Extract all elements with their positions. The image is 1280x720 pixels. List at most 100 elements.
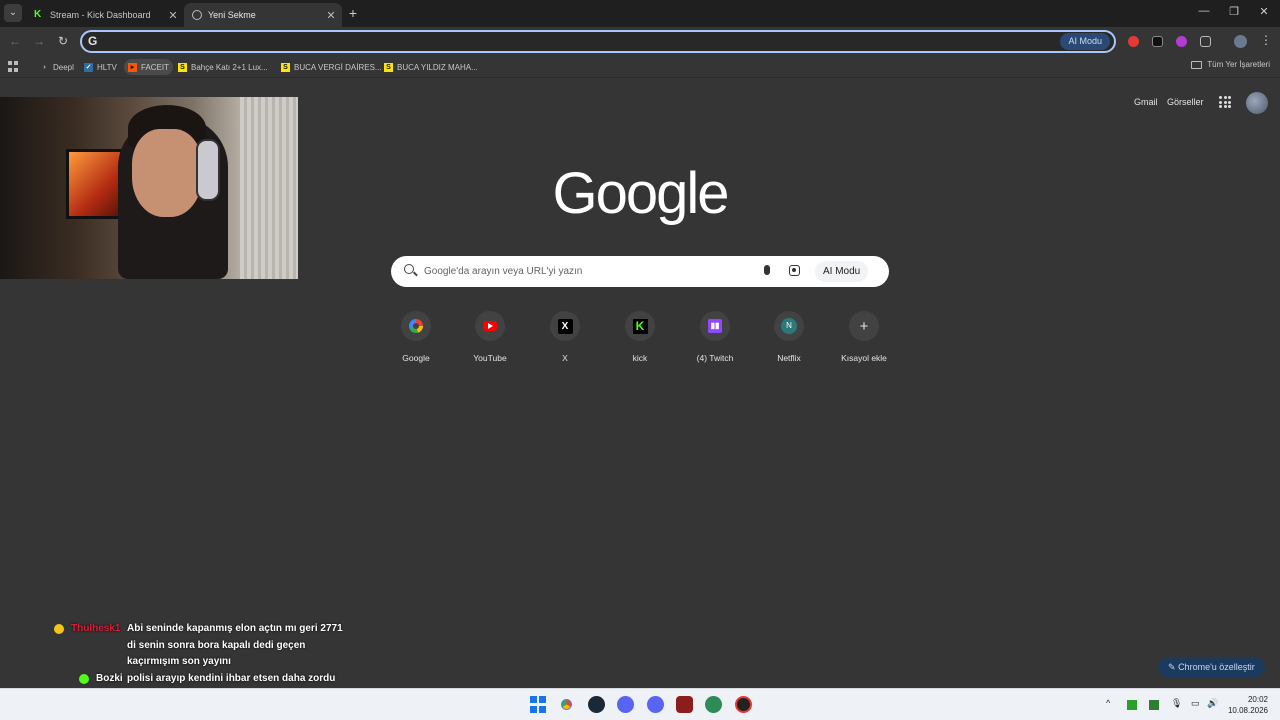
youtube-icon (483, 321, 497, 331)
close-icon[interactable]: ✕ (324, 9, 338, 22)
extension-dark-icon[interactable] (1152, 36, 1163, 47)
windows-taskbar: ^ 🎙 ▭ 🔊 20:02 10.08.2026 (0, 688, 1280, 720)
x-icon: X (557, 318, 573, 334)
shortcut-label: Kısayol ekle (841, 353, 887, 363)
customize-chrome-button[interactable]: ✎ Chrome'u özelleştir (1158, 657, 1265, 677)
google-apps-icon[interactable] (1219, 96, 1231, 108)
search-ai-mode-button[interactable]: AI Modu (815, 261, 869, 282)
chat-badge-icon (79, 673, 89, 684)
search-box[interactable]: Google'da arayın veya URL'yi yazın AI Mo… (391, 256, 889, 287)
new-tab-button[interactable]: + (346, 5, 360, 21)
volume-icon[interactable]: 🔊 (1207, 698, 1218, 709)
tab-new-tab[interactable]: Yeni Sekme ✕ (184, 3, 342, 27)
all-bookmarks-button[interactable]: Tüm Yer İşaretleri (1191, 60, 1270, 69)
chat-text: Abi seninde kapanmış elon açtın mı geri … (127, 623, 343, 634)
shortcut-label: Google (402, 353, 430, 363)
bookmark-deepl[interactable]: › Deepl (36, 59, 78, 75)
network-icon[interactable]: ▭ (1191, 698, 1200, 709)
shortcut-label: X (562, 353, 568, 363)
close-icon[interactable]: ✕ (166, 9, 180, 22)
tab-title: Yeni Sekme (208, 10, 256, 20)
twitch-icon: ▮▮ (708, 319, 722, 333)
bookmark-buca-yildiz[interactable]: S BUCA YILDIZ MAHA... (380, 59, 482, 75)
bookmark-bahce-kati[interactable]: S Bahçe Katı 2+1 Lux... (174, 59, 272, 75)
window-close-icon[interactable]: ✕ (1254, 5, 1274, 18)
bookmark-faceit[interactable]: ▸ FACEIT (124, 59, 174, 75)
chat-username: Thulhesk1 (71, 623, 121, 634)
minimize-icon[interactable]: — (1194, 5, 1214, 17)
obs-icon[interactable] (735, 696, 752, 713)
bookmark-label: BUCA VERGİ DAİRES... (294, 62, 382, 72)
chat-text: kaçırmışım son yayını (127, 656, 231, 667)
google-logo: Google (552, 161, 729, 226)
gmail-link[interactable]: Gmail (1134, 97, 1158, 107)
windows-start-icon[interactable] (530, 696, 547, 713)
apps-grid-icon[interactable] (8, 61, 19, 72)
steam-icon[interactable] (588, 696, 605, 713)
bookmark-label: HLTV (97, 62, 117, 72)
hltv-icon: ✓ (84, 62, 93, 72)
tab-kick-dashboard[interactable]: K Stream - Kick Dashboard ✕ (26, 3, 184, 27)
customize-label: Chrome'u özelleştir (1178, 662, 1255, 672)
microphone-tray-icon[interactable]: 🎙 (1171, 698, 1182, 709)
folder-icon (1191, 60, 1203, 69)
forward-icon[interactable]: → (31, 34, 47, 48)
valorant-icon[interactable] (676, 696, 693, 713)
extension-purple-icon[interactable] (1176, 36, 1187, 47)
shortcut-google[interactable]: Google (381, 311, 451, 363)
shortcut-kick[interactable]: K kick (605, 311, 675, 363)
extension-red-icon[interactable] (1128, 36, 1139, 47)
reload-icon[interactable]: ↻ (55, 34, 71, 48)
bookmark-hltv[interactable]: ✓ HLTV (80, 59, 121, 75)
browser-toolbar: ← → ↻ G AI Modu ⋮ (0, 27, 1280, 56)
chat-username: Bozki (96, 672, 123, 684)
discord-icon[interactable] (647, 696, 664, 713)
shortcut-youtube[interactable]: YouTube (455, 311, 525, 363)
netflix-icon: N (781, 318, 797, 334)
shortcut-label: (4) Twitch (696, 353, 734, 363)
menu-kebab-icon[interactable]: ⋮ (1260, 33, 1272, 47)
chat-message: Bozki polisi arayıp kendini ihbar etsen … (54, 671, 354, 688)
taskbar-clock[interactable]: 20:02 10.08.2026 (1228, 694, 1268, 716)
shortcut-add[interactable]: + Kısayol ekle (829, 311, 899, 363)
address-bar[interactable]: G AI Modu (80, 30, 1116, 53)
tab-search-button[interactable]: ⌄ (4, 4, 22, 22)
sahibinden-icon: S (281, 62, 290, 72)
bookmarks-bar: › Deepl ✓ HLTV ▸ FACEIT S Bahçe Katı 2+1… (0, 56, 1280, 78)
chevron-up-icon[interactable]: ^ (1106, 698, 1110, 708)
search-icon (404, 264, 414, 274)
clock-date: 10.08.2026 (1227, 706, 1268, 715)
omnibox-ai-mode-button[interactable]: AI Modu (1060, 33, 1110, 50)
restore-icon[interactable]: ❐ (1224, 5, 1244, 18)
chat-text: polisi arayıp kendini ihbar etsen daha z… (127, 672, 336, 684)
bookmark-label: FACEIT (141, 62, 170, 72)
shortcut-label: kick (632, 353, 648, 363)
discord-icon[interactable] (617, 696, 634, 713)
clock-time: 20:02 (1247, 695, 1268, 704)
all-bookmarks-label: Tüm Yer İşaretleri (1207, 60, 1270, 69)
tab-title: Stream - Kick Dashboard (50, 10, 151, 20)
nvidia-icon[interactable] (1127, 700, 1137, 710)
google-lens-icon[interactable] (789, 265, 800, 276)
back-icon[interactable]: ← (7, 34, 23, 48)
kick-icon: K (632, 318, 648, 334)
shortcut-x[interactable]: X X (530, 311, 600, 363)
bookmark-buca-vergi[interactable]: S BUCA VERGİ DAİRES... (277, 59, 386, 75)
chrome-icon[interactable] (558, 696, 575, 713)
profile-avatar[interactable] (1234, 35, 1247, 48)
shortcut-label: Netflix (777, 353, 801, 363)
stream-chat-overlay: Thulhesk1 Abi seninde kapanmış elon açtı… (54, 621, 354, 687)
xbox-icon[interactable] (705, 696, 722, 713)
account-avatar[interactable] (1246, 92, 1268, 114)
microphone-icon[interactable] (764, 265, 770, 275)
extensions-puzzle-icon[interactable] (1200, 36, 1211, 47)
shortcut-twitch[interactable]: ▮▮ (4) Twitch (680, 311, 750, 363)
sahibinden-icon: S (384, 62, 393, 72)
chat-message: Thulhesk1 Abi seninde kapanmış elon açtı… (54, 621, 354, 671)
chat-badge-icon (54, 624, 64, 634)
search-input[interactable]: Google'da arayın veya URL'yi yazın (424, 266, 582, 277)
images-link[interactable]: Görseller (1167, 97, 1204, 107)
app-tray-icon[interactable] (1149, 700, 1159, 710)
google-icon (409, 319, 423, 333)
shortcut-netflix[interactable]: N Netflix (754, 311, 824, 363)
